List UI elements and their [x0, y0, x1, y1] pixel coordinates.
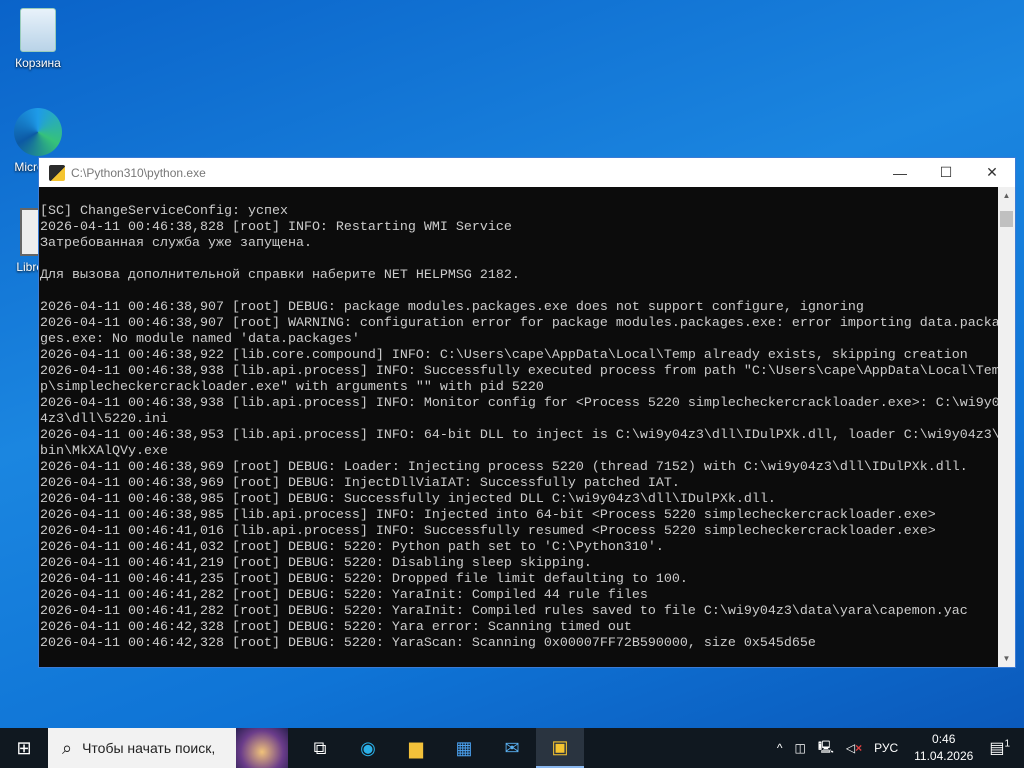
task-view-icon[interactable]: ⧉	[296, 728, 344, 768]
clock[interactable]: 0:46 11.04.2026	[914, 731, 973, 765]
system-tray: ^ ◫ 🖳 ◁× РУС 0:46 11.04.2026 ▤1	[771, 728, 1024, 768]
console-output[interactable]: [SC] ChangeServiceConfig: успех 2026-04-…	[39, 187, 998, 667]
camera-icon[interactable]: ◫	[795, 741, 806, 755]
desktop-icon-recycle-bin[interactable]: Корзина	[0, 8, 76, 70]
clock-time: 0:46	[932, 732, 956, 746]
maximize-button[interactable]: ☐	[923, 158, 969, 187]
title-bar[interactable]: C:\Python310\python.exe — ☐ ✕	[39, 158, 1015, 187]
chevron-up-icon[interactable]: ^	[777, 741, 783, 755]
clock-date: 11.04.2026	[914, 749, 974, 763]
scroll-down-arrow-icon[interactable]: ▼	[998, 650, 1015, 667]
network-icon[interactable]: 🖳	[818, 738, 834, 759]
start-button[interactable]: ⊞	[0, 728, 48, 768]
volume-muted-icon[interactable]: ◁×	[846, 741, 862, 755]
search-highlight-image	[236, 728, 288, 768]
notification-count: 1	[1004, 738, 1010, 750]
console-text: [SC] ChangeServiceConfig: успех 2026-04-…	[40, 204, 998, 651]
store-icon[interactable]: ▦	[440, 728, 488, 768]
desktop-icon-label: Корзина	[15, 56, 61, 70]
python-icon	[49, 164, 65, 181]
file-explorer-icon[interactable]: ▆	[392, 728, 440, 768]
search-box[interactable]: ⌕ Чтобы начать поиск,	[48, 728, 288, 768]
minimize-button[interactable]: —	[877, 158, 923, 187]
python-taskbar-icon[interactable]: ▣	[536, 728, 584, 768]
scroll-up-arrow-icon[interactable]: ▲	[998, 187, 1015, 204]
mail-icon[interactable]: ✉	[488, 728, 536, 768]
vertical-scrollbar[interactable]: ▲ ▼	[998, 187, 1015, 667]
edge-taskbar-icon[interactable]: ◉	[344, 728, 392, 768]
edge-icon	[14, 108, 62, 156]
taskbar: ⊞ ⌕ Чтобы начать поиск, ⧉ ◉ ▆ ▦ ✉ ▣ ^ ◫ …	[0, 728, 1024, 768]
language-indicator[interactable]: РУС	[874, 741, 898, 755]
recycle-bin-icon	[20, 8, 56, 52]
console-window: C:\Python310\python.exe — ☐ ✕ [SC] Chang…	[38, 157, 1016, 668]
search-icon: ⌕	[62, 737, 73, 758]
scroll-thumb[interactable]	[1000, 211, 1013, 227]
close-button[interactable]: ✕	[969, 158, 1015, 187]
search-placeholder: Чтобы начать поиск,	[82, 740, 216, 756]
notifications-icon[interactable]: ▤1	[989, 738, 1010, 758]
window-title: C:\Python310\python.exe	[71, 165, 206, 180]
